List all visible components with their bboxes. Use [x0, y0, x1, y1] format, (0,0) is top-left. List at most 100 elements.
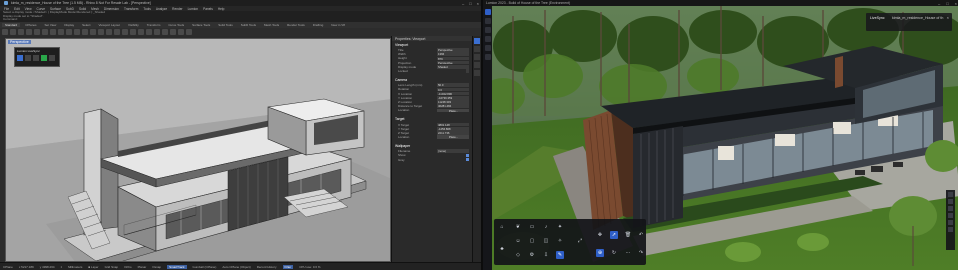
prop-value[interactable]: 4801.148: [437, 122, 469, 127]
close-icon[interactable]: ×: [955, 1, 957, 6]
pan-icon[interactable]: [74, 29, 80, 35]
osnap-icon[interactable]: [154, 29, 160, 35]
help-icon[interactable]: [948, 206, 953, 211]
nature-icon[interactable]: ❦: [514, 223, 522, 231]
delete-icon[interactable]: 🗑: [624, 231, 632, 239]
lights-icon[interactable]: ✧: [556, 237, 564, 245]
status-record-history[interactable]: Record History: [257, 265, 277, 269]
camera-place-button[interactable]: Place...: [437, 108, 469, 113]
status-gumball[interactable]: Gumball (CPlane): [193, 265, 217, 269]
rendered-mode-icon[interactable]: [130, 29, 136, 35]
rotate-icon[interactable]: ↻: [610, 249, 618, 257]
command-history[interactable]: Select a display mode <Shaded> ( Display…: [0, 10, 481, 22]
home-icon[interactable]: ⌂: [498, 223, 506, 231]
materials-icon[interactable]: [484, 36, 491, 42]
tree-icon[interactable]: ♣: [498, 245, 506, 253]
snap-icon[interactable]: ⊕: [596, 249, 604, 257]
properties-tab-icon[interactable]: [474, 38, 480, 44]
shaded-mode-icon[interactable]: [122, 29, 128, 35]
menu-analyze[interactable]: Analyze: [156, 7, 167, 11]
prop-value[interactable]: Perspective: [437, 48, 469, 52]
tab-set-view[interactable]: Set View: [42, 23, 60, 27]
camera-speed-icon[interactable]: [948, 192, 953, 197]
print-icon[interactable]: [26, 29, 32, 35]
cut-icon[interactable]: [34, 29, 40, 35]
menu-tools[interactable]: Tools: [143, 7, 150, 11]
undo-icon[interactable]: [58, 29, 64, 35]
sound-icon[interactable]: ♪: [542, 223, 550, 231]
menu-render[interactable]: Render: [172, 7, 182, 11]
menu-dimension[interactable]: Dimension: [104, 7, 119, 11]
status-smarttrack[interactable]: SmartTrack: [167, 264, 187, 269]
prop-value[interactable]: 2211.736: [437, 131, 469, 135]
tab-transform[interactable]: Transform: [144, 23, 164, 27]
maximize-icon[interactable]: □: [946, 1, 948, 6]
materials-tab-icon[interactable]: [474, 70, 480, 76]
viewport-label[interactable]: Perspective: [8, 40, 31, 44]
perspective-viewport[interactable]: Perspective Lumion LiveSync: [5, 38, 391, 262]
undo-icon[interactable]: ↶: [637, 231, 645, 239]
status-units[interactable]: Millimeters: [68, 265, 82, 269]
tab-surface-tools[interactable]: Surface Tools: [189, 23, 213, 27]
landscape-icon[interactable]: [484, 18, 491, 24]
gray-checkbox[interactable]: [465, 157, 469, 162]
properties-icon[interactable]: [146, 29, 152, 35]
layer-icon[interactable]: [138, 29, 144, 35]
render-icon[interactable]: [170, 29, 176, 35]
tab-select[interactable]: Select: [79, 23, 93, 27]
options-icon[interactable]: [186, 29, 192, 35]
expand-icon[interactable]: ⤢: [576, 237, 584, 245]
minimize-icon[interactable]: –: [938, 1, 940, 6]
lumion-settings-icon[interactable]: [49, 55, 55, 61]
prop-value[interactable]: Perspective: [437, 60, 469, 65]
menu-help[interactable]: Help: [218, 7, 225, 11]
lumion-logo-icon[interactable]: [17, 55, 23, 61]
redo-icon[interactable]: [66, 29, 72, 35]
prop-value[interactable]: 46281.484: [437, 104, 469, 108]
tab-display[interactable]: Display: [61, 23, 77, 27]
prop-value[interactable]: 11248.303: [437, 100, 469, 104]
locked-checkbox[interactable]: [465, 69, 469, 73]
maximize-icon[interactable]: □: [469, 1, 471, 6]
quality-icon[interactable]: [948, 213, 953, 218]
prop-value[interactable]: -11042.896: [437, 91, 469, 96]
status-grid-snap[interactable]: Grid Snap: [105, 265, 119, 269]
open-file-icon[interactable]: [10, 29, 16, 35]
lumion-sync-icon[interactable]: [25, 55, 31, 61]
tab-curve-tools[interactable]: Curve Tools: [165, 23, 187, 27]
new-file-icon[interactable]: [2, 29, 8, 35]
livesync-close-icon[interactable]: ×: [947, 15, 949, 20]
grid-icon[interactable]: [948, 199, 953, 204]
tab-mesh-tools[interactable]: Mesh Tools: [261, 23, 282, 27]
save-icon[interactable]: [18, 29, 24, 35]
outdoor-icon[interactable]: ◫: [542, 237, 550, 245]
imported-icon[interactable]: ⇩: [542, 251, 550, 259]
prop-value[interactable]: Shaded: [437, 65, 469, 69]
tab-standard[interactable]: Standard: [2, 23, 21, 27]
close-icon[interactable]: ×: [477, 1, 479, 6]
paste-icon[interactable]: [50, 29, 56, 35]
place-object-icon[interactable]: ✎: [556, 251, 564, 259]
tab-visibility[interactable]: Visibility: [125, 23, 142, 27]
menu-panels[interactable]: Panels: [203, 7, 213, 11]
display-tab-icon[interactable]: [474, 54, 480, 60]
tab-render-tools[interactable]: Render Tools: [284, 23, 308, 27]
weather-icon[interactable]: [484, 27, 491, 33]
utilities-icon[interactable]: ⚙: [528, 251, 536, 259]
zoom-extents-icon[interactable]: [98, 29, 104, 35]
redo-icon[interactable]: ↷: [637, 249, 645, 257]
lumion-camera-icon[interactable]: [33, 55, 39, 61]
prop-value[interactable]: -1256.808: [437, 126, 469, 131]
status-ortho[interactable]: Ortho: [124, 265, 132, 269]
four-viewports-icon[interactable]: [114, 29, 120, 35]
move-icon[interactable]: ✥: [596, 231, 604, 239]
status-osnap[interactable]: Osnap: [152, 265, 161, 269]
minimize-icon[interactable]: –: [462, 1, 464, 6]
fullscreen-icon[interactable]: [948, 220, 953, 225]
tab-solid-tools[interactable]: Solid Tools: [215, 23, 235, 27]
status-planar[interactable]: Planar: [138, 265, 147, 269]
transport-icon[interactable]: ▭: [528, 223, 536, 231]
prop-value[interactable]: -42739.359: [437, 95, 469, 100]
photo-icon[interactable]: [484, 54, 491, 60]
tab-cplanes[interactable]: CPlanes: [22, 23, 39, 27]
